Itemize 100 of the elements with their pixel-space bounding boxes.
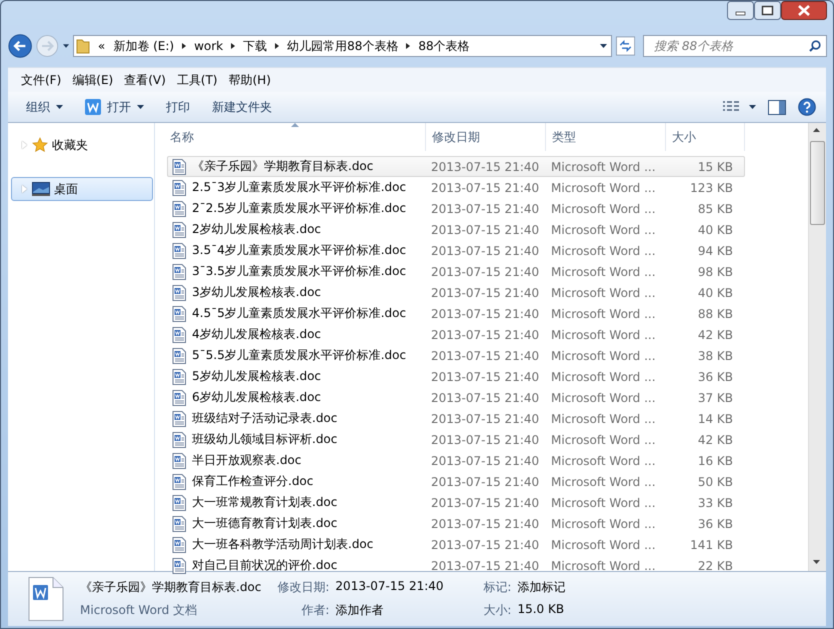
file-size: 16 KB [696, 454, 734, 468]
view-icon[interactable] [723, 101, 739, 113]
file-row[interactable]: 班级幼儿领域目标评析.doc 2013-07-15 21:40 Microsoft Word ... 42 KB [167, 429, 745, 450]
file-row[interactable]: 3岁幼儿发展检核表.doc 2013-07-15 21:40 Microsoft Word ... 40 KB [167, 282, 745, 303]
toolbar-button[interactable]: 新建文件夹 [204, 96, 280, 118]
file-row[interactable]: 3.5¯4岁儿童素质发展水平评价标准.doc 2013-07-15 21:40 Microsoft Word ... 94 KB [167, 240, 745, 261]
file-name: 2.5¯3岁儿童素质发展水平评价标准.doc [192, 179, 406, 196]
sidebar-item[interactable]: 收藏夹 [11, 133, 153, 157]
file-type: Microsoft Word ... [550, 264, 657, 278]
file-row[interactable]: 4.5¯5岁儿童素质发展水平评价标准.doc 2013-07-15 21:40 Microsoft Word ... 88 KB [167, 303, 745, 324]
document-icon [172, 536, 186, 552]
file-date: 2013-07-15 21:40 [430, 454, 540, 468]
scrollbar[interactable] [808, 123, 826, 571]
document-icon [172, 348, 186, 364]
file-row[interactable]: 5¯5.5岁儿童素质发展水平评价标准.doc 2013-07-15 21:40 Microsoft Word ... 38 KB [167, 345, 745, 366]
file-date: 2013-07-15 21:40 [430, 202, 540, 216]
file-row[interactable]: 大一班常规教育计划表.doc 2013-07-15 21:40 Microsoft Word ... 33 KB [167, 492, 745, 513]
file-row[interactable]: 班级结对子活动记录表.doc 2013-07-15 21:40 Microsoft Word ... 14 KB [167, 408, 745, 429]
caret-icon[interactable] [62, 44, 69, 48]
document-icon [172, 516, 186, 532]
menu-item[interactable]: 文件(F) [16, 70, 66, 90]
overflow-chevron[interactable]: « [98, 39, 106, 53]
address-bar[interactable]: « 新加卷 (E:) work 下载 幼儿园常用88个表格 88个表格 [72, 35, 612, 57]
file-date: 2013-07-15 21:40 [430, 412, 540, 426]
file-type: Microsoft Word ... [550, 328, 657, 342]
file-size: 36 KB [696, 370, 734, 384]
folder-icon [76, 38, 90, 54]
close-button[interactable] [781, 1, 827, 21]
menu-item[interactable]: 编辑(E) [67, 70, 118, 90]
file-row[interactable]: 2岁幼儿发展检核表.doc 2013-07-15 21:40 Microsoft Word ... 40 KB [167, 219, 745, 240]
document-icon [28, 577, 64, 621]
file-type: Microsoft Word ... [550, 558, 657, 572]
toolbar-button[interactable]: 打印 [158, 96, 198, 118]
document-icon [172, 306, 186, 322]
file-size: 88 KB [696, 306, 734, 320]
file-name: 3岁幼儿发展检核表.doc [192, 284, 322, 301]
file-date: 2013-07-15 21:40 [430, 516, 540, 530]
file-type: Microsoft Word ... [550, 516, 657, 530]
file-name: 半日开放观察表.doc [192, 452, 302, 469]
breadcrumb[interactable]: 下载 [243, 38, 268, 54]
search-field[interactable]: 搜索 88个表格 [643, 35, 827, 57]
column-header[interactable]: 大小 [666, 123, 745, 151]
breadcrumb[interactable]: 幼儿园常用88个表格 [287, 38, 398, 54]
breadcrumb[interactable]: work [194, 39, 224, 53]
file-size: 42 KB [696, 432, 734, 446]
file-date: 2013-07-15 21:40 [430, 538, 540, 552]
file-type: Microsoft Word ... [550, 202, 657, 216]
scrollbar-thumb[interactable] [810, 141, 825, 225]
file-type: Microsoft Word ... [550, 286, 657, 300]
file-row[interactable]: 《亲子乐园》学期教育目标表.doc 2013-07-15 21:40 Microsoft Word ... 15 KB [167, 156, 745, 177]
file-date: 2013-07-15 21:40 [430, 496, 540, 510]
sort-arrow-icon [290, 123, 298, 127]
maximize-button[interactable] [754, 1, 781, 21]
refresh-button[interactable] [616, 35, 635, 57]
file-size: 15 KB [696, 160, 734, 174]
caret-icon[interactable] [137, 105, 144, 109]
document-icon [172, 200, 186, 216]
field-label: 修改日期: [277, 579, 330, 596]
back-button[interactable] [8, 32, 32, 60]
field-value: 添加作者 [335, 602, 384, 619]
menu-item[interactable]: 工具(T) [172, 70, 222, 90]
file-type: Microsoft Word ... [550, 244, 657, 258]
toolbar-button[interactable]: 打开 [77, 96, 152, 118]
preview-pane-icon[interactable] [768, 100, 786, 114]
menu-item[interactable]: 查看(V) [119, 70, 171, 90]
column-header[interactable]: 名称 [164, 123, 426, 151]
file-row[interactable]: 半日开放观察表.doc 2013-07-15 21:40 Microsoft Word ... 16 KB [167, 450, 745, 471]
file-row[interactable]: 5岁幼儿发展检核表.doc 2013-07-15 21:40 Microsoft Word ... 36 KB [167, 366, 745, 387]
file-name: 班级幼儿领域目标评析.doc [192, 431, 338, 448]
file-row[interactable]: 大一班德育教育计划表.doc 2013-07-15 21:40 Microsoft Word ... 36 KB [167, 513, 745, 534]
file-row[interactable]: 4岁幼儿发展检核表.doc 2013-07-15 21:40 Microsoft Word ... 42 KB [167, 324, 745, 345]
caret-icon[interactable] [56, 105, 63, 109]
search-icon[interactable] [809, 40, 821, 52]
caret-icon[interactable] [600, 44, 607, 48]
minimize-button[interactable] [727, 1, 754, 21]
file-row[interactable]: 大一班各科教学活动周计划表.doc 2013-07-15 21:40 Microsoft Word ... 141 KB [167, 534, 745, 555]
file-type: Microsoft Word ... [550, 412, 657, 426]
file-name: 《亲子乐园》学期教育目标表.doc [192, 158, 374, 175]
help-icon[interactable] [798, 98, 816, 116]
toolbar-button[interactable]: 组织 [18, 96, 71, 118]
file-row[interactable]: 6岁幼儿发展检核表.doc 2013-07-15 21:40 Microsoft Word ... 37 KB [167, 387, 745, 408]
caret-icon[interactable] [749, 105, 756, 109]
file-size: 85 KB [696, 202, 734, 216]
column-header[interactable]: 修改日期 [426, 123, 546, 151]
breadcrumb[interactable]: 88个表格 [418, 38, 470, 54]
file-row[interactable]: 2¯2.5岁儿童素质发展水平评价标准.doc 2013-07-15 21:40 Microsoft Word ... 85 KB [167, 198, 745, 219]
file-row[interactable]: 2.5¯3岁儿童素质发展水平评价标准.doc 2013-07-15 21:40 Microsoft Word ... 123 KB [167, 177, 745, 198]
sidebar-item[interactable]: 桌面 [11, 177, 153, 201]
file-row[interactable]: 3¯3.5岁儿童素质发展水平评价标准.doc 2013-07-15 21:40 Microsoft Word ... 98 KB [167, 261, 745, 282]
file-date: 2013-07-15 21:40 [430, 558, 540, 572]
file-row[interactable]: 对自己目前状况的评价.doc 2013-07-15 21:40 Microsoft Word ... 22 KB [167, 555, 745, 576]
column-header[interactable]: 类型 [546, 123, 666, 151]
breadcrumb[interactable]: 新加卷 (E:) [113, 38, 174, 54]
file-size: 98 KB [696, 264, 734, 278]
file-row[interactable]: 保育工作检查评分.doc 2013-07-15 21:40 Microsoft Word ... 50 KB [167, 471, 745, 492]
file-type: Microsoft Word ... [550, 454, 657, 468]
file-type: Microsoft Word ... [550, 180, 657, 194]
field-value: 添加标记 [517, 579, 566, 596]
menu-item[interactable]: 帮助(H) [224, 70, 276, 90]
file-date: 2013-07-15 21:40 [430, 180, 540, 194]
